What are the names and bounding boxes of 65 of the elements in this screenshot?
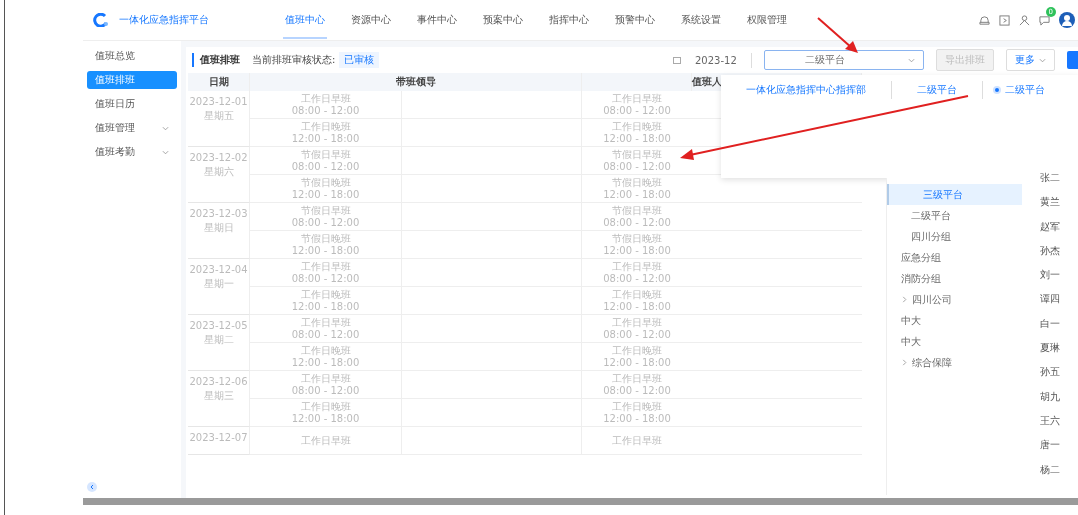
date-cell: 2023-12-02 星期六 [188,147,250,203]
person-name[interactable]: 刘一 [1040,263,1078,288]
person-name[interactable]: 胡九 [1040,384,1078,409]
nav-tab[interactable]: 预案中心 [481,1,525,39]
avatar[interactable] [1059,12,1075,28]
sidebar-item[interactable]: 值班日历 [87,95,177,113]
tree-option[interactable]: 中大 [887,331,1023,352]
person-name[interactable]: 孙杰 [1040,238,1078,264]
chevron-icon [901,359,908,366]
chat-icon[interactable] [1039,14,1050,26]
chevron-icon [908,56,915,64]
tree-option[interactable]: 四川分组 [887,226,1023,247]
month-picker[interactable]: 2023-12 [665,52,752,68]
tree-option[interactable]: 三级平台 [887,184,1023,205]
date-cell: 2023-12-07 [188,427,250,455]
nav-tab[interactable]: 预警中心 [613,1,657,39]
person-name[interactable]: 唐一 [1040,433,1078,458]
date-cell: 2023-12-01 星期五 [188,91,250,147]
person-name[interactable]: 白一 [1040,311,1078,337]
toolbar-button[interactable]: 更多 [1006,49,1055,71]
calendar-icon [673,56,681,64]
chevron-icon [901,296,908,303]
status-label: 当前排班审核状态: [252,53,336,67]
status-tag: 已审核 [339,52,380,68]
tree-option[interactable]: 四川公司 [887,289,1023,310]
tree-option[interactable]: 中大 [887,310,1023,331]
nav-tab[interactable]: 指挥中心 [547,1,591,39]
cascader-tab[interactable]: 二级平台 [892,81,983,99]
nav-tab[interactable]: 值班中心 [283,1,327,39]
headset-icon[interactable] [979,14,990,26]
person-name[interactable]: 黄兰 [1040,190,1078,215]
chevron-icon [162,148,169,156]
annotation-arrow [817,17,858,53]
column-header: 日期 [188,73,250,91]
tree-option[interactable]: 消防分组 [887,268,1023,289]
sidebar-item[interactable]: 值班考勤 [87,143,177,161]
nav-tab[interactable]: 权限管理 [745,1,789,39]
user-icon[interactable] [1019,14,1030,26]
nav-tab[interactable]: 资源中心 [349,1,393,39]
person-name[interactable]: 孙五 [1040,360,1078,385]
cascader-tab[interactable]: 二级平台 [983,81,1055,99]
nav-tab[interactable]: 事件中心 [415,1,459,39]
radio-icon[interactable] [993,86,1001,94]
logo-icon [93,13,109,27]
sidebar-item[interactable]: 值班总览 [87,47,177,65]
collapse-icon[interactable] [87,482,97,492]
person-name[interactable]: 杨二 [1040,457,1078,482]
person-name[interactable]: 谭四 [1040,287,1078,312]
panel-title: 值班排班 [192,53,240,67]
tree-option[interactable]: 应急分组 [887,247,1023,268]
chevron-icon [1039,56,1046,64]
person-name[interactable]: 赵军 [1040,214,1078,239]
logo-text: 一体化应急指挥平台 [119,13,209,27]
tree-option[interactable]: 二级平台 [887,205,1023,226]
column-header: 带班领导 [250,73,582,91]
tree-option[interactable]: 综合保障 [887,352,1023,373]
person-name[interactable]: 张二 [1040,166,1078,191]
cascader-tab[interactable]: 一体化应急指挥中心指挥部 [721,81,892,99]
person-name[interactable]: 夏琳 [1040,336,1078,361]
person-name[interactable]: 王六 [1040,408,1078,434]
platform-select[interactable]: 二级平台 [764,50,924,70]
chevron-icon [162,124,169,132]
sidebar-item[interactable]: 值班管理 [87,119,177,137]
screen-icon[interactable] [999,14,1010,26]
nav-tab[interactable]: 系统设置 [679,1,723,39]
